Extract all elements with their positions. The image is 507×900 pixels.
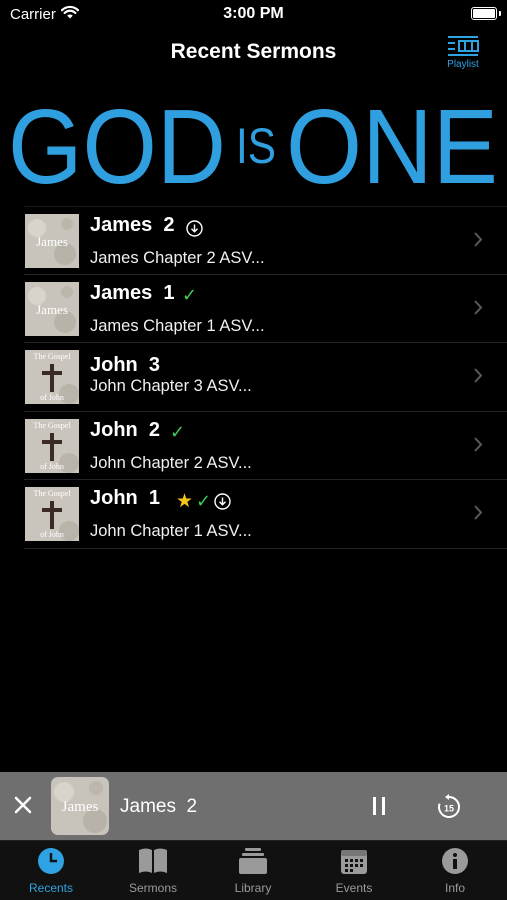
sermon-artwork: The Gospel of John (25, 350, 79, 404)
pause-button[interactable] (371, 796, 387, 816)
sermon-subtitle: John Chapter 2 ASV... (90, 453, 252, 472)
download-icon (186, 219, 203, 237)
chevron-right-icon (474, 232, 483, 247)
svg-text:James: James (36, 234, 68, 249)
sermon-artwork: James (25, 281, 79, 336)
sermon-title: James 2 (90, 214, 175, 236)
sermon-subtitle: James Chapter 2 ASV... (90, 249, 265, 267)
playlist-icon (448, 36, 479, 56)
download-icon (214, 492, 231, 510)
check-icon: ✓ (196, 490, 212, 511)
chevron-right-icon (474, 436, 483, 452)
svg-text:James: James (62, 799, 99, 815)
status-bar: Carrier 3:00 PM (0, 0, 507, 30)
sermon-row-james-2[interactable]: James James 2 James Chapter 2 ASV... (24, 206, 507, 275)
chevron-right-icon (474, 505, 483, 520)
playlist-button[interactable]: Playlist (440, 34, 486, 74)
info-icon (442, 848, 468, 874)
tab-recents[interactable]: Recents (11, 847, 91, 895)
svg-text:of John: of John (40, 462, 64, 471)
banner-word-god: GOD (8, 93, 226, 193)
playlist-label: Playlist (447, 59, 479, 70)
sermon-title: James 1 (90, 281, 175, 304)
banner-word-one: ONE (286, 93, 498, 193)
now-playing-artwork: James (51, 777, 109, 835)
tab-label: Recents (28, 881, 74, 895)
star-icon: ★ (176, 490, 194, 512)
tab-bar: Recents Sermons Library Events Info (0, 840, 507, 900)
chevron-right-icon (474, 368, 483, 383)
chevron-right-icon (474, 299, 483, 315)
sermon-row-john-3[interactable]: The Gospel of John John 3 John Chapter 3… (24, 343, 507, 412)
library-icon (239, 848, 267, 874)
svg-text:15: 15 (444, 804, 454, 814)
banner-word-is: IS (236, 118, 276, 174)
sermon-title: John 1 (90, 487, 161, 509)
battery-icon (471, 7, 497, 20)
check-icon: ✓ (182, 285, 198, 305)
now-playing-title: James 2 (120, 796, 198, 817)
sermon-title: John 3 (90, 354, 161, 376)
sermon-subtitle: John Chapter 3 ASV... (90, 377, 252, 395)
calendar-icon (341, 850, 367, 874)
tab-label: Info (444, 881, 465, 895)
tab-label: Sermons (128, 881, 178, 895)
tab-label: Library (234, 881, 272, 895)
close-icon[interactable] (13, 795, 33, 815)
tab-events[interactable]: Events (314, 847, 394, 895)
tab-sermons[interactable]: Sermons (113, 847, 193, 895)
badge-group (186, 217, 203, 239)
badge-group: ★ ✓ (176, 490, 231, 512)
svg-text:of John: of John (40, 393, 64, 402)
svg-text:The Gospel: The Gospel (33, 489, 71, 498)
svg-text:James: James (36, 302, 68, 317)
tab-info[interactable]: Info (415, 847, 495, 895)
svg-text:The Gospel: The Gospel (33, 352, 71, 361)
status-time: 3:00 PM (223, 5, 284, 22)
sermon-artwork: The Gospel of John (25, 487, 79, 541)
book-icon (139, 848, 167, 873)
page-title: Recent Sermons (170, 40, 337, 63)
sermon-row-james-1[interactable]: James James 1 ✓ James Chapter 1 ASV... (24, 275, 507, 343)
check-icon: ✓ (170, 422, 186, 442)
mini-player[interactable]: James James 2 15 (0, 772, 507, 840)
sermon-subtitle: James Chapter 1 ASV... (90, 316, 265, 335)
god-is-one-banner: GOD IS ONE (8, 93, 498, 193)
badge-group: ✓ (170, 422, 185, 444)
sermon-row-john-1[interactable]: The Gospel of John John 1 ★ ✓ John Chapt… (24, 480, 507, 549)
sermon-title: John 2 (90, 418, 161, 441)
sermon-row-john-2[interactable]: The Gospel of John John 2 ✓ John Chapter… (24, 412, 507, 480)
badge-group: ✓ (182, 285, 197, 307)
sermon-list: James James 2 James Chapter 2 ASV... Jam… (24, 206, 507, 549)
tab-label: Events (335, 881, 373, 895)
sermon-artwork: James (25, 214, 79, 268)
tab-library[interactable]: Library (213, 847, 293, 895)
clock-icon (38, 848, 64, 874)
svg-text:The Gospel: The Gospel (33, 421, 71, 430)
sermon-artwork: The Gospel of John (25, 418, 79, 473)
skip-back-15-button[interactable]: 15 (436, 794, 462, 820)
sermon-subtitle: John Chapter 1 ASV... (90, 522, 252, 540)
svg-text:of John: of John (40, 530, 64, 539)
